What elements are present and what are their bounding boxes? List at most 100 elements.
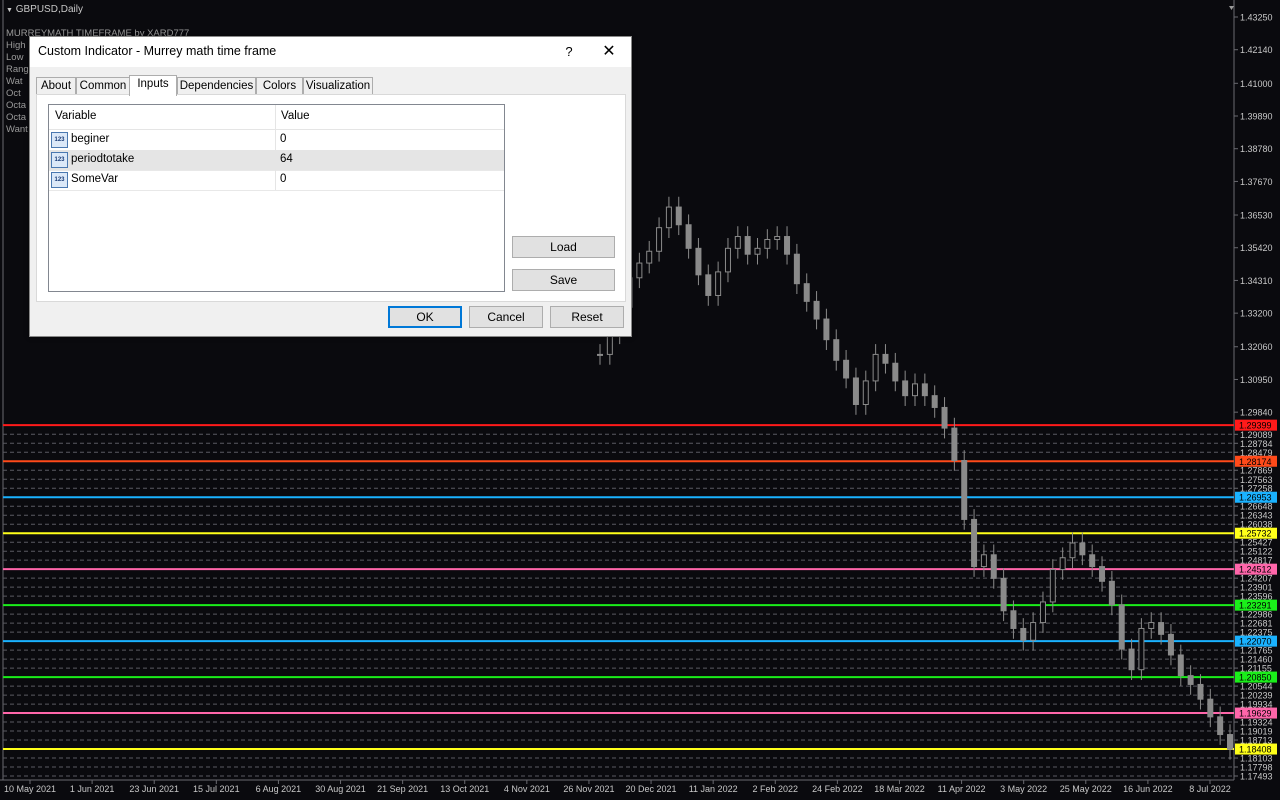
- close-icon[interactable]: ✕: [598, 41, 620, 63]
- cell-divider: [275, 130, 276, 150]
- variable-value[interactable]: 0: [280, 133, 286, 145]
- date-label: 24 Feb 2022: [812, 784, 863, 794]
- price-label: 1.38780: [1240, 144, 1273, 154]
- candle-body: [941, 406, 948, 429]
- candle-body: [803, 283, 810, 302]
- candle-body: [843, 359, 850, 379]
- level-price-label: 1.25732: [1239, 529, 1272, 539]
- help-button[interactable]: ?: [560, 41, 578, 63]
- load-button[interactable]: Load: [512, 236, 615, 258]
- candle-body: [715, 271, 722, 296]
- candle-body: [764, 238, 771, 249]
- save-button[interactable]: Save: [512, 269, 615, 291]
- date-label: 13 Oct 2021: [440, 784, 489, 794]
- date-label: 21 Sep 2021: [377, 784, 428, 794]
- candle-body: [724, 247, 731, 273]
- level-price-label: 1.28174: [1239, 457, 1272, 467]
- column-header-value[interactable]: Value: [281, 110, 310, 122]
- tab-dependencies[interactable]: Dependencies: [177, 77, 256, 95]
- candle-body: [1187, 675, 1194, 685]
- candle-body: [754, 247, 761, 255]
- level-price-label: 1.26953: [1239, 493, 1272, 503]
- candle-body: [833, 339, 840, 361]
- table-row[interactable]: 123 SomeVar 0: [49, 170, 504, 191]
- date-label: 11 Apr 2022: [938, 784, 986, 794]
- cell-divider: [275, 170, 276, 190]
- candle-body: [1108, 580, 1115, 606]
- candle-body: [862, 380, 869, 406]
- table-row[interactable]: 123 beginer 0: [49, 130, 504, 151]
- integer-type-icon: 123: [51, 152, 68, 168]
- candle-body: [931, 395, 938, 408]
- candle-body: [813, 300, 820, 320]
- dialog-titlebar[interactable]: Custom Indicator - Murrey math time fram…: [30, 37, 631, 67]
- candle-body: [1138, 627, 1145, 671]
- tab-about[interactable]: About: [36, 77, 76, 95]
- variable-value[interactable]: 64: [280, 153, 293, 165]
- collapse-arrow-icon[interactable]: ▼: [6, 7, 13, 14]
- integer-type-icon: 123: [51, 172, 68, 188]
- candle-body: [1197, 683, 1204, 700]
- candle-body: [705, 274, 712, 296]
- level-price-label: 1.20850: [1239, 673, 1272, 683]
- candle-body: [823, 318, 830, 341]
- candle-body: [1030, 622, 1037, 641]
- table-row[interactable]: 123 periodtotake 64: [49, 150, 504, 171]
- cell-divider: [275, 150, 276, 170]
- price-label: 1.29840: [1240, 408, 1273, 418]
- date-label: 11 Jan 2022: [689, 784, 738, 794]
- date-label: 3 May 2022: [1000, 784, 1047, 794]
- candle-body: [784, 236, 791, 255]
- candle-body: [744, 236, 751, 255]
- candle-body: [636, 262, 643, 279]
- candle-body: [1099, 566, 1106, 582]
- price-label: 1.30950: [1240, 375, 1273, 385]
- date-label: 20 Dec 2021: [626, 784, 677, 794]
- candle-body: [1118, 604, 1125, 650]
- candle-body: [675, 206, 682, 226]
- price-label: 1.42140: [1240, 45, 1273, 55]
- variable-value[interactable]: 0: [280, 173, 286, 185]
- date-label: 10 May 2021: [4, 784, 56, 794]
- candle-body: [734, 236, 741, 249]
- tab-visualization[interactable]: Visualization: [303, 77, 373, 95]
- date-label: 26 Nov 2021: [563, 784, 614, 794]
- candle-body: [1207, 698, 1214, 718]
- candle-body: [990, 554, 997, 579]
- candle-body: [1020, 627, 1027, 641]
- candle-body: [774, 236, 781, 240]
- candle-body: [921, 383, 928, 397]
- inputs-grid[interactable]: Variable Value 123 beginer 0 123 periodt…: [48, 104, 505, 292]
- integer-type-icon: 123: [51, 132, 68, 148]
- level-price-label: 1.19629: [1239, 709, 1272, 719]
- candle-body: [793, 253, 800, 285]
- candle-body: [1069, 542, 1076, 559]
- candle-body: [695, 247, 702, 276]
- candle-body: [951, 427, 958, 461]
- candle-body: [1000, 577, 1007, 612]
- variable-name: periodtotake: [71, 153, 135, 165]
- reset-button[interactable]: Reset: [550, 306, 624, 328]
- date-label: 1 Jun 2021: [70, 784, 115, 794]
- candle-body: [902, 380, 909, 397]
- date-label: 30 Aug 2021: [315, 784, 366, 794]
- tab-common[interactable]: Common: [76, 77, 130, 95]
- date-label: 6 Aug 2021: [256, 784, 302, 794]
- custom-indicator-dialog[interactable]: Custom Indicator - Murrey math time fram…: [29, 36, 632, 337]
- column-header-variable[interactable]: Variable: [55, 110, 96, 122]
- candle-body: [971, 518, 978, 568]
- price-label: 1.36530: [1240, 211, 1273, 221]
- column-divider[interactable]: [275, 105, 276, 129]
- tab-colors[interactable]: Colors: [256, 77, 303, 95]
- price-label: 1.39890: [1240, 112, 1273, 122]
- candle-body: [872, 353, 879, 382]
- cancel-button[interactable]: Cancel: [469, 306, 543, 328]
- candle-body: [1167, 633, 1174, 656]
- ok-button[interactable]: OK: [388, 306, 462, 328]
- price-label: 1.17493: [1240, 772, 1273, 782]
- tab-inputs[interactable]: Inputs: [129, 75, 177, 96]
- candle-body: [1039, 601, 1046, 624]
- candle-body: [1128, 648, 1135, 671]
- grid-header: Variable Value: [49, 105, 504, 130]
- date-label: 8 Jul 2022: [1189, 784, 1231, 794]
